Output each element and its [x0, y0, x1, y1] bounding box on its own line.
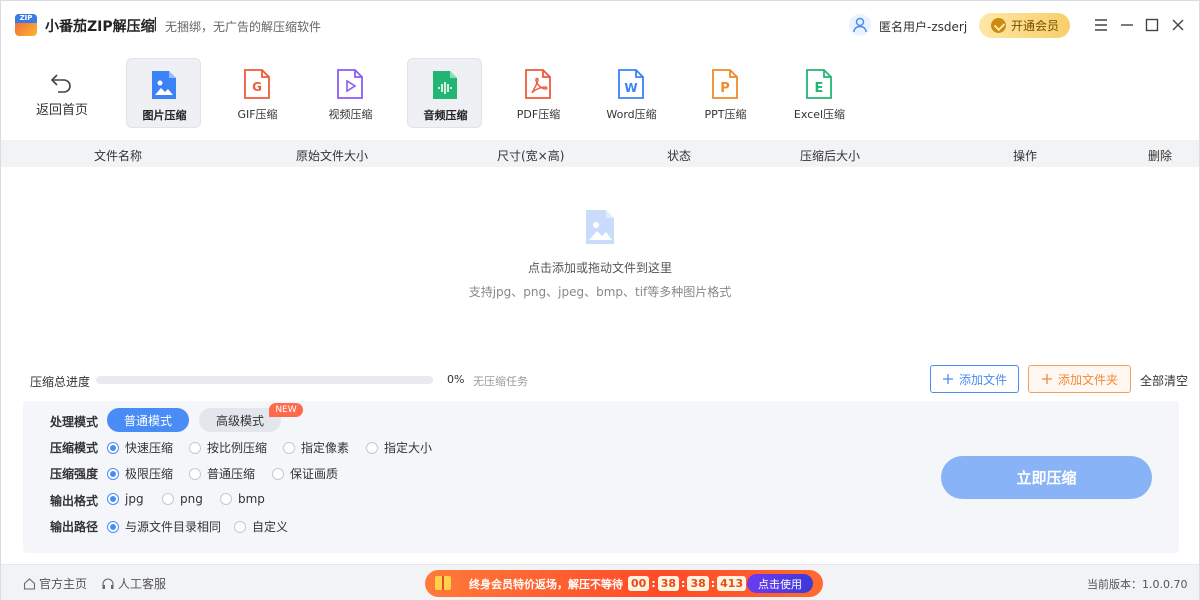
column-header-original-size: 原始文件大小 — [296, 149, 369, 163]
tool-pdf-compress[interactable]: PDF压缩 — [501, 58, 576, 128]
tool-image-compress[interactable]: 图片压缩 — [126, 58, 201, 128]
drop-hint-text: 点击添加或拖动文件到这里 — [527, 261, 672, 275]
word-file-icon: W — [618, 69, 644, 99]
radio-extreme-compress[interactable]: 极限压缩 — [107, 465, 173, 482]
image-file-icon — [152, 71, 176, 99]
radio-normal-compress[interactable]: 普通压缩 — [189, 465, 255, 482]
tool-video-compress[interactable]: 视频压缩 — [313, 58, 388, 128]
tool-ppt-compress[interactable]: P PPT压缩 — [688, 58, 763, 128]
normal-mode-button[interactable]: 普通模式 — [107, 408, 189, 432]
back-home-button[interactable]: 返回首页 — [31, 69, 93, 121]
excel-file-icon: E — [806, 69, 832, 99]
svg-text:E: E — [815, 81, 824, 96]
maximize-icon[interactable] — [1142, 15, 1162, 35]
app-window: ZIP 小番茄ZIP解压缩 | 无捆绑，无广告的解压缩软件 匿名用户-zsder… — [0, 0, 1200, 600]
pdf-file-icon — [525, 69, 551, 99]
plus-icon — [1041, 374, 1052, 384]
vip-button[interactable]: 开通会员 — [979, 13, 1070, 38]
tool-excel-compress[interactable]: E Excel压缩 — [782, 58, 857, 128]
user-avatar-icon[interactable] — [849, 14, 871, 36]
title-bar: ZIP 小番茄ZIP解压缩 | 无捆绑，无广告的解压缩软件 匿名用户-zsder… — [1, 1, 1199, 49]
promo-use-button[interactable]: 点击使用 — [747, 574, 813, 593]
audio-file-icon — [433, 71, 457, 99]
close-icon[interactable] — [1168, 15, 1188, 35]
column-header-compressed-size: 压缩后大小 — [800, 149, 861, 163]
file-table-header: 文件名称 原始文件大小 尺寸(宽×高) 状态 压缩后大小 操作 删除 — [1, 140, 1199, 167]
svg-text:G: G — [252, 80, 262, 94]
radio-format-png[interactable]: png — [162, 492, 203, 506]
gif-file-icon: G — [244, 69, 270, 99]
compress-now-button[interactable]: 立即压缩 — [941, 456, 1152, 499]
compression-settings-panel: 处理模式 普通模式 高级模式 NEW 压缩模式 快速压缩 按比例压缩 指定像素 … — [23, 401, 1179, 553]
column-header-actions: 操作 — [1013, 149, 1038, 163]
progress-percent: 0% — [447, 373, 465, 386]
back-arrow-icon — [50, 74, 71, 93]
plus-icon — [942, 374, 953, 384]
radio-ratio-compress[interactable]: 按比例压缩 — [189, 439, 267, 456]
column-header-filename: 文件名称 — [94, 149, 143, 163]
radio-path-custom[interactable]: 自定义 — [234, 518, 288, 535]
ppt-file-icon: P — [712, 69, 738, 99]
column-header-dimensions: 尺寸(宽×高) — [497, 149, 565, 163]
compress-strength-label: 压缩强度 — [50, 467, 99, 481]
radio-fast-compress[interactable]: 快速压缩 — [107, 439, 173, 456]
drop-supported-formats: 支持jpg、png、jpeg、bmp、tif等多种图片格式 — [468, 285, 732, 299]
radio-format-bmp[interactable]: bmp — [220, 492, 265, 506]
output-format-label: 输出格式 — [50, 494, 99, 508]
tool-word-compress[interactable]: W Word压缩 — [594, 58, 669, 128]
svg-text:W: W — [624, 81, 637, 95]
progress-status: 无压缩任务 — [473, 375, 528, 388]
vip-diamond-icon — [991, 18, 1006, 33]
tool-audio-compress[interactable]: 音频压缩 — [407, 58, 482, 128]
radio-specify-pixels[interactable]: 指定像素 — [283, 439, 349, 456]
version-label: 当前版本：1.0.0.70 — [1087, 578, 1188, 591]
app-title: 小番茄ZIP解压缩 — [45, 19, 155, 35]
image-placeholder-icon — [586, 210, 614, 244]
promo-banner[interactable]: 终身会员特价返场，解压不等待 00:38:38:413 点击使用 — [425, 570, 823, 597]
column-header-status: 状态 — [667, 149, 692, 163]
title-separator: | — [153, 16, 158, 32]
tool-bar: 返回首页 图片压缩 G GIF压缩 视频压缩 音频压缩 PDF压缩 W Word… — [1, 49, 1199, 139]
progress-bar — [96, 376, 433, 384]
add-folder-button[interactable]: 添加文件夹 — [1028, 365, 1131, 393]
user-name[interactable]: 匿名用户-zsderj — [879, 18, 967, 35]
radio-format-jpg[interactable]: jpg — [107, 492, 144, 506]
radio-specify-size[interactable]: 指定大小 — [366, 439, 432, 456]
processing-mode-label: 处理模式 — [50, 415, 99, 429]
radio-keep-quality[interactable]: 保证画质 — [272, 465, 338, 482]
tool-gif-compress[interactable]: G GIF压缩 — [220, 58, 295, 128]
promo-text: 终身会员特价返场，解压不等待 — [469, 577, 623, 591]
footer-bar: 官方主页 人工客服 终身会员特价返场，解压不等待 00:38:38:413 点击… — [1, 564, 1199, 600]
column-header-delete: 删除 — [1148, 149, 1173, 163]
new-badge: NEW — [269, 403, 303, 417]
radio-path-same-as-source[interactable]: 与源文件目录相同 — [107, 518, 221, 535]
menu-icon[interactable] — [1091, 15, 1111, 35]
app-logo: ZIP — [15, 14, 37, 36]
minimize-icon[interactable] — [1117, 15, 1137, 35]
official-home-link[interactable]: 官方主页 — [23, 575, 87, 592]
output-path-label: 输出路径 — [50, 520, 99, 534]
compress-mode-label: 压缩模式 — [50, 441, 99, 455]
app-subtitle: 无捆绑，无广告的解压缩软件 — [165, 20, 322, 34]
svg-text:P: P — [720, 81, 730, 96]
promo-countdown: 00:38:38:413 — [627, 576, 747, 591]
file-drop-zone[interactable]: 点击添加或拖动文件到这里 支持jpg、png、jpeg、bmp、tif等多种图片… — [1, 167, 1199, 357]
headset-icon — [102, 578, 114, 589]
gift-icon — [425, 570, 465, 597]
add-file-button[interactable]: 添加文件 — [930, 365, 1019, 393]
video-file-icon — [337, 69, 363, 99]
customer-support-link[interactable]: 人工客服 — [101, 575, 166, 592]
progress-label: 压缩总进度 — [30, 375, 91, 389]
clear-all-button[interactable]: 全部清空 — [1140, 372, 1188, 389]
home-icon — [23, 578, 36, 590]
